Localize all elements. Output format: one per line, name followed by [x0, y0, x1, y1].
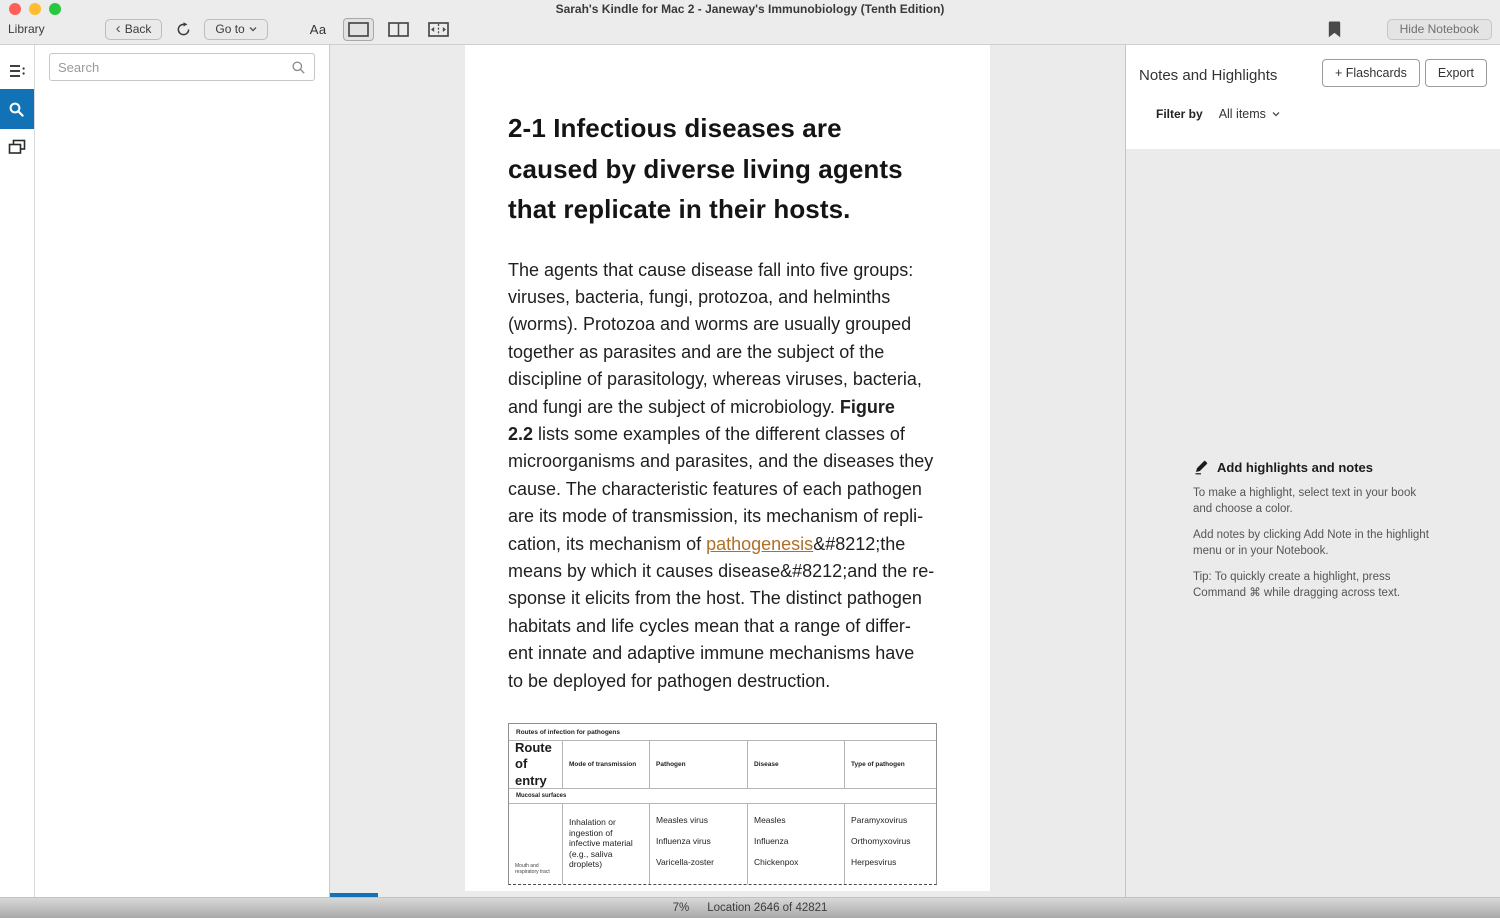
table-header-pathogen: Pathogen	[650, 741, 748, 788]
search-icon	[8, 101, 25, 118]
table-header-route: Route of entry	[509, 741, 563, 788]
notebook-empty-state: Add highlights and notes To make a highl…	[1193, 459, 1437, 601]
table-caption: Routes of infection for pathogens	[509, 724, 936, 741]
empty-state-title: Add highlights and notes	[1217, 460, 1373, 475]
chapter-heading: 2-1 Infectious diseases arecaused by div…	[508, 108, 950, 230]
toolbar: Library ‹ Back Go to Aa	[0, 18, 1500, 45]
view-fit-width-button[interactable]	[423, 18, 454, 41]
chevron-down-icon	[1272, 111, 1280, 117]
table-col-route: Mouth and respiratory tract	[509, 804, 563, 884]
table-header-disease: Disease	[748, 741, 845, 788]
library-button[interactable]: Library	[8, 22, 45, 36]
table-section-label: Mucosal surfaces	[509, 789, 936, 804]
hide-notebook-button[interactable]: Hide Notebook	[1387, 19, 1492, 40]
title-bar: Sarah's Kindle for Mac 2 - Janeway's Imm…	[0, 0, 1500, 18]
reading-progress-bar[interactable]	[330, 893, 1125, 897]
table-header-type: Type of pathogen	[845, 741, 938, 788]
table-col-pathogen: Measles virusInfluenza virusVaricella-zo…	[650, 804, 748, 884]
view-fit-width-icon	[428, 22, 449, 37]
chevron-down-icon	[249, 26, 257, 32]
view-single-page-button[interactable]	[343, 18, 374, 41]
sidebar-rail	[0, 45, 35, 897]
reading-pane: 2-1 Infectious diseases arecaused by div…	[330, 45, 1125, 897]
search-tab-button[interactable]	[0, 89, 34, 129]
pathogenesis-link[interactable]: pathogenesis	[706, 534, 813, 554]
minimize-button[interactable]	[29, 3, 41, 15]
table-col-disease: MeaslesInfluenzaChickenpox	[748, 804, 845, 884]
export-button[interactable]: Export	[1425, 59, 1487, 87]
table-col-type: ParamyxovirusOrthomyxovirusHerpesvirus	[845, 804, 938, 884]
view-single-page-icon	[348, 22, 369, 37]
back-button[interactable]: ‹ Back	[105, 19, 163, 40]
sync-button[interactable]	[176, 22, 191, 37]
close-button[interactable]	[9, 3, 21, 15]
search-input[interactable]	[58, 60, 291, 75]
empty-state-tip-1: To make a highlight, select text in your…	[1193, 486, 1437, 517]
body-paragraph: The agents that cause disease fall into …	[508, 257, 950, 696]
book-page: 2-1 Infectious diseases arecaused by div…	[465, 45, 990, 891]
view-mode-group	[343, 18, 454, 41]
notebook-header: Notes and Highlights + Flashcards Export…	[1126, 45, 1500, 149]
view-two-column-button[interactable]	[383, 18, 414, 41]
zoom-button[interactable]	[49, 3, 61, 15]
magnifier-icon	[291, 60, 306, 75]
empty-state-tip-2: Add notes by clicking Add Note in the hi…	[1193, 528, 1437, 559]
status-bar: 7% Location 2646 of 42821	[0, 897, 1500, 918]
reading-progress-fill	[330, 893, 378, 897]
bookmark-icon	[1328, 21, 1341, 38]
toc-button[interactable]	[0, 53, 34, 89]
empty-state-tip-3: Tip: To quickly create a highlight, pres…	[1193, 570, 1437, 601]
bookmark-button[interactable]	[1328, 21, 1341, 38]
filter-by-label: Filter by	[1156, 107, 1203, 121]
search-box	[49, 53, 315, 81]
goto-dropdown[interactable]: Go to	[204, 19, 267, 40]
pencil-icon	[1193, 459, 1209, 475]
filter-dropdown-value: All items	[1219, 107, 1266, 121]
back-chevron-icon: ‹	[116, 21, 121, 36]
sync-icon	[176, 22, 191, 37]
toc-icon	[8, 63, 26, 79]
figure-table: Routes of infection for pathogens Route …	[508, 723, 937, 885]
notebook-panel: Notes and Highlights + Flashcards Export…	[1125, 45, 1500, 897]
table-row: Mouth and respiratory tract Inhalation o…	[509, 804, 936, 884]
table-header-row: Route of entry Mode of transmission Path…	[509, 741, 936, 789]
font-settings-button[interactable]: Aa	[310, 22, 327, 37]
search-panel	[35, 45, 330, 897]
goto-label: Go to	[215, 22, 244, 36]
cards-icon	[8, 139, 26, 155]
view-two-column-icon	[388, 22, 409, 37]
progress-percent: 7%	[673, 902, 690, 914]
location-text: Location 2646 of 42821	[707, 902, 827, 914]
back-button-label: Back	[125, 22, 152, 36]
notebook-title: Notes and Highlights	[1139, 67, 1277, 84]
add-flashcards-button[interactable]: + Flashcards	[1322, 59, 1420, 87]
table-col-mode: Inhalation or ingestion of infective mat…	[563, 804, 650, 884]
filter-dropdown[interactable]: All items	[1219, 107, 1280, 121]
table-header-mode: Mode of transmission	[563, 741, 650, 788]
cards-button[interactable]	[0, 129, 34, 165]
kindle-window: Sarah's Kindle for Mac 2 - Janeway's Imm…	[0, 0, 1500, 918]
window-title: Sarah's Kindle for Mac 2 - Janeway's Imm…	[0, 0, 1500, 19]
notebook-body: Add highlights and notes To make a highl…	[1126, 149, 1500, 897]
